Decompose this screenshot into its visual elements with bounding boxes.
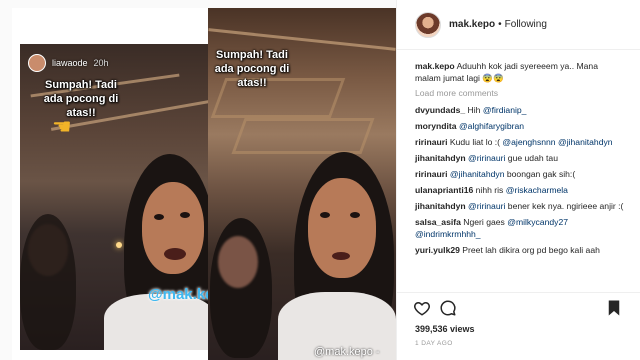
comment-username[interactable]: ririnauri — [415, 137, 447, 147]
comment-mention[interactable]: @ririnauri — [468, 201, 505, 211]
comment-mention[interactable]: @firdianip_ — [483, 105, 527, 115]
follow-status-button[interactable]: Following — [505, 19, 547, 30]
eye — [350, 212, 360, 218]
story-time: 20h — [93, 58, 109, 68]
comments-list: mak.kepo Aduuhh kok jadi syereeem ya.. M… — [415, 60, 625, 260]
woman-face — [308, 178, 376, 278]
watermark-small: @mak.kepo - — [314, 346, 380, 358]
woman-face — [142, 182, 204, 274]
avatar — [28, 54, 46, 72]
comment-item: dvyundads_ Hih @firdianip_ — [415, 104, 625, 116]
view-count: 399,536 views — [415, 324, 475, 334]
comment-username[interactable]: moryndita — [415, 121, 457, 131]
lamp-light — [116, 242, 122, 248]
comment-mention[interactable]: @ajenghsnnn @jihanitahdyn — [502, 137, 612, 147]
post-timestamp: 1 DAY AGO — [415, 340, 453, 347]
comment-username[interactable]: salsa_asifa — [415, 217, 461, 227]
comment-username[interactable]: ririnauri — [415, 169, 447, 179]
comment-mention[interactable]: @jihanitahdyn — [450, 169, 505, 179]
story-header: liawaode 20h — [28, 54, 109, 72]
caption-username[interactable]: mak.kepo — [415, 61, 455, 71]
comment-text: Preet lah dikira org pd bego kali aah — [462, 245, 600, 255]
comment-mention[interactable]: @riskacharmela — [506, 185, 568, 195]
post-actions: 399,536 views 1 DAY AGO — [397, 292, 640, 360]
comment-text: boongan gak sih:( — [504, 169, 576, 179]
comment-item: ulanaprianti16 nihh ris @riskacharmela — [415, 184, 625, 196]
comment-item: ririnauri @jihanitahdyn boongan gak sih:… — [415, 168, 625, 180]
mouth — [332, 252, 350, 260]
post-username[interactable]: mak.kepo — [449, 19, 495, 30]
heart-icon[interactable] — [413, 299, 431, 317]
comment-text: Kudu liat lo :( — [449, 137, 503, 147]
eye — [320, 212, 330, 218]
pointing-hand-icon: ☛ — [52, 114, 72, 139]
mouth — [164, 248, 186, 260]
staircase-rail — [231, 118, 375, 154]
comment-item: yuri.yulk29 Preet lah dikira org pd bego… — [415, 244, 625, 256]
comment-mention[interactable]: @alghifarygibran — [459, 121, 524, 131]
comment-item: jihanitahdyn @ririnauri bener kek nya. n… — [415, 200, 625, 212]
load-more-comments-button[interactable]: Load more comments — [415, 88, 625, 98]
comment-username[interactable]: dvyundads_ — [415, 105, 465, 115]
comment-item: salsa_asifa Ngeri gaes @milkycandy27 @in… — [415, 216, 625, 240]
comment-icon[interactable] — [439, 299, 457, 317]
post-sidebar: mak.kepo • Following mak.kepo Aduuhh kok… — [396, 0, 640, 360]
background-person — [218, 236, 258, 288]
action-icons — [413, 299, 625, 319]
comment-username[interactable]: yuri.yulk29 — [415, 245, 460, 255]
avatar[interactable] — [415, 11, 441, 38]
comment-username[interactable]: jihanitahdyn — [415, 153, 466, 163]
comment-text: bener kek nya. ngirieee anjir :( — [505, 201, 624, 211]
story-caption-left: Sumpah! Tadi ada pocong di atas!! — [43, 79, 119, 119]
comment-item: moryndita @alghifarygibran — [415, 120, 625, 132]
instagram-post-view: liawaode 20h Sumpah! Tadi ada pocong di … — [0, 0, 640, 360]
separator-dot: • — [498, 19, 502, 30]
post-caption: mak.kepo Aduuhh kok jadi syereeem ya.. M… — [415, 60, 625, 84]
story-username: liawaode — [52, 58, 88, 68]
post-photo[interactable]: liawaode 20h Sumpah! Tadi ada pocong di … — [12, 8, 396, 360]
bookmark-icon[interactable] — [605, 299, 623, 317]
background-person-hair — [20, 214, 76, 350]
eye — [180, 212, 190, 218]
post-header: mak.kepo • Following — [397, 0, 640, 50]
story-caption-right: Sumpah! Tadi ada pocong di atas!! — [214, 49, 290, 89]
comment-mention[interactable]: @ririnauri — [468, 153, 505, 163]
comment-item: ririnauri Kudu liat lo :( @ajenghsnnn @j… — [415, 136, 625, 148]
eye — [154, 214, 164, 220]
comment-username[interactable]: ulanaprianti16 — [415, 185, 473, 195]
comment-text: gue udah tau — [505, 153, 558, 163]
comment-item: jihanitahdyn @ririnauri gue udah tau — [415, 152, 625, 164]
comment-username[interactable]: jihanitahdyn — [415, 201, 466, 211]
comment-text: nihh ris — [475, 185, 506, 195]
comment-text: Hih — [467, 105, 483, 115]
comment-text: Ngeri gaes — [463, 217, 508, 227]
